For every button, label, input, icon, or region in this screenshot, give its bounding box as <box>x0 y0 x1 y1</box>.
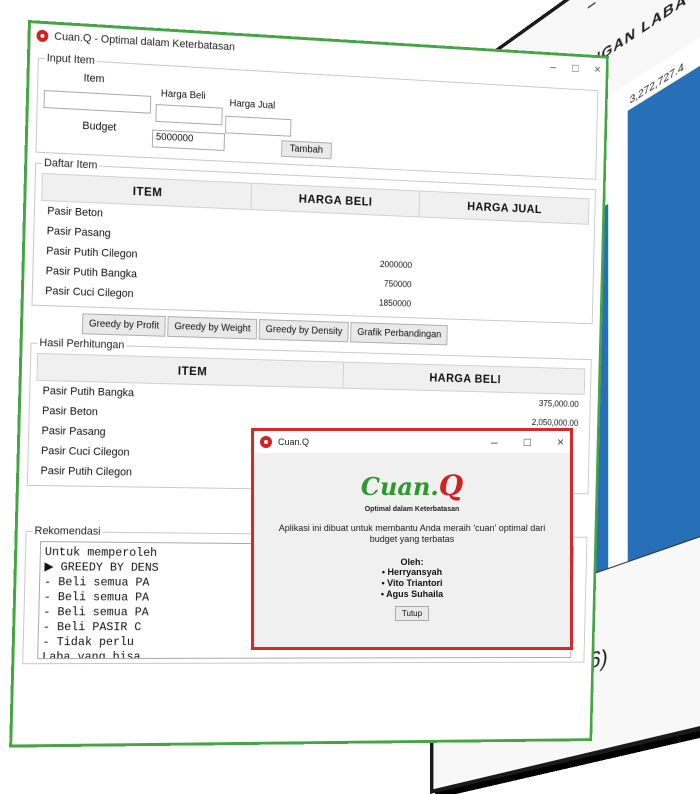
about-description: Aplikasi ini dibuat untuk membantu Anda … <box>278 523 546 544</box>
input-item-legend: Input Item <box>46 52 95 67</box>
harga-jual-input[interactable] <box>224 115 292 137</box>
close-icon[interactable]: × <box>594 63 600 77</box>
about-window-controls: – □ × <box>491 435 564 449</box>
item-list-table[interactable]: ITEM HARGA BELI HARGA JUAL Pasir Beton P… <box>39 173 590 319</box>
about-logo: Cuan.Q <box>254 469 570 502</box>
main-window-controls: – □ × <box>550 60 601 76</box>
author-name: • Herryansyah <box>381 567 443 577</box>
harga-jual-label: Harga Jual <box>229 98 276 112</box>
minimize-icon[interactable]: – <box>491 435 498 449</box>
logo-text: Cuan. <box>360 472 439 501</box>
item-list-group: Daftar Item ITEM HARGA BELI HARGA JUAL P… <box>31 156 597 325</box>
about-by-label: Oleh: <box>400 557 424 567</box>
add-item-button[interactable]: Tambah <box>281 140 332 160</box>
budget-label: Budget <box>82 120 117 134</box>
about-dialog-title: Cuan.Q <box>278 437 310 447</box>
maximize-icon[interactable]: □ <box>524 435 531 449</box>
greedy-by-density-button[interactable]: Greedy by Density <box>258 319 350 343</box>
logo-q-text: Q <box>438 469 464 502</box>
app-logo-icon <box>260 436 272 448</box>
budget-input[interactable]: 5000000 <box>151 129 225 151</box>
greedy-by-weight-button[interactable]: Greedy by Weight <box>167 316 258 340</box>
item-input[interactable] <box>43 90 152 114</box>
about-subtitle: Optimal dalam Keterbatasan <box>364 506 460 513</box>
result-legend: Hasil Perhitungan <box>39 336 125 352</box>
recommendation-line: Laba yang bisa <box>41 650 141 660</box>
author-name: • Agus Suhaila <box>380 589 444 599</box>
item-label: Item <box>83 72 105 86</box>
about-dialog: Cuan.Q – □ × Cuan.Q Optimal dalam Keterb… <box>251 428 573 650</box>
minimize-icon[interactable]: – <box>550 60 556 74</box>
harga-beli-label: Harga Beli <box>160 88 206 102</box>
harga-beli-input[interactable] <box>155 104 223 126</box>
chart-bar <box>627 64 700 562</box>
app-logo-icon <box>36 29 49 43</box>
comparison-chart-button[interactable]: Grafik Perbandingan <box>350 322 448 346</box>
minimize-icon[interactable]: – <box>587 0 620 20</box>
recommendation-legend: Rekomendasi <box>34 525 101 538</box>
about-titlebar: Cuan.Q – □ × <box>254 431 570 453</box>
maximize-icon[interactable]: □ <box>572 61 579 75</box>
greedy-by-profit-button[interactable]: Greedy by Profit <box>81 313 167 337</box>
main-window-title: Cuan.Q - Optimal dalam Keterbatasan <box>54 30 235 54</box>
author-name: • Vito Triantori <box>381 578 443 588</box>
close-icon[interactable]: × <box>557 435 564 449</box>
item-list-legend: Daftar Item <box>43 157 98 172</box>
close-dialog-button[interactable]: Tutup <box>394 606 430 621</box>
